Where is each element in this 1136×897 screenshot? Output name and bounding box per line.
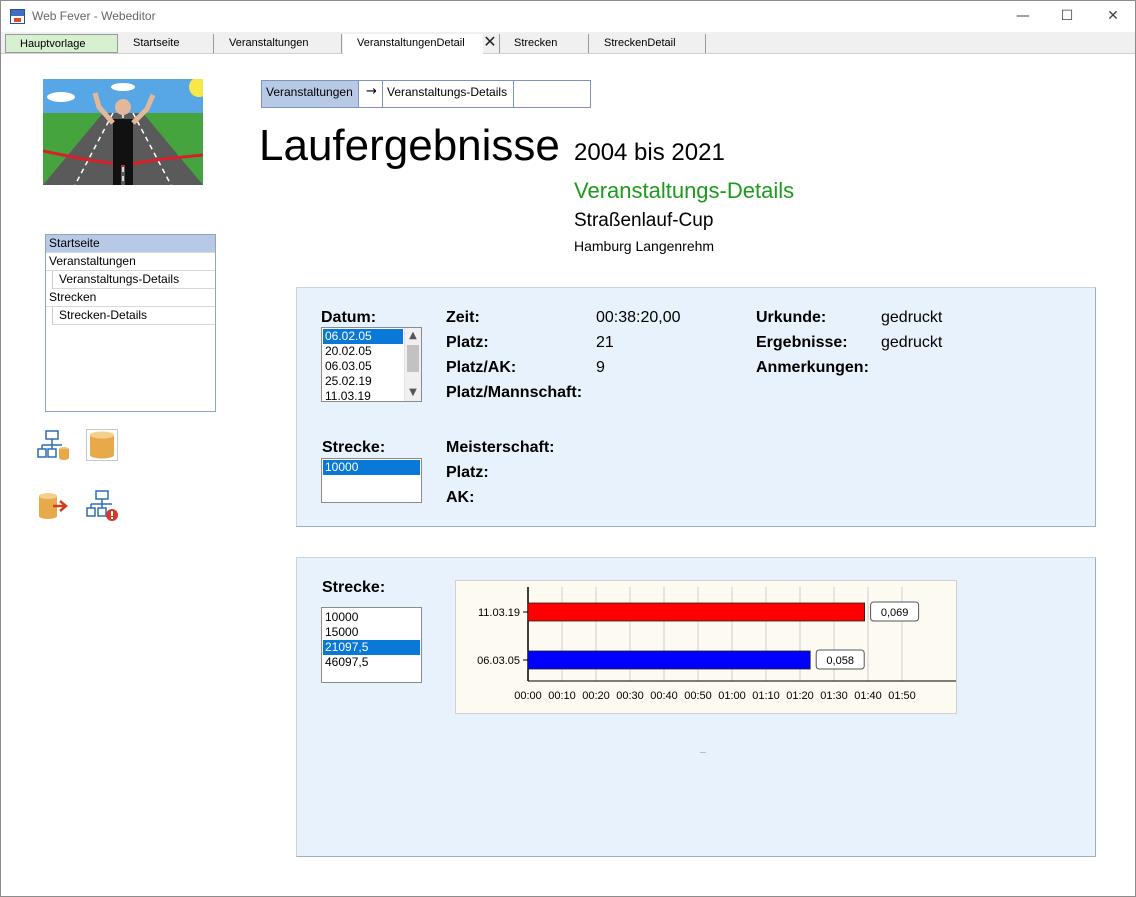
scroll-down-icon[interactable]: ▼	[405, 385, 421, 401]
strecke-label: Strecke:	[322, 439, 386, 456]
chart-category-label: 11.03.19	[478, 607, 520, 619]
chart-x-tick-label: 01:00	[718, 690, 746, 702]
tab-veranstaltungen[interactable]: Veranstaltungen	[215, 34, 342, 53]
chart-strecke-listbox[interactable]: 10000 15000 21097,5 46097,5	[321, 607, 422, 683]
nav-item-strecken-details[interactable]: Strecken-Details	[52, 307, 215, 325]
sitemap-database-icon[interactable]	[37, 429, 69, 461]
chart-strecke-item[interactable]: 21097,5	[323, 640, 420, 655]
tab-close-icon[interactable]: ✕	[482, 34, 498, 50]
nav-item-strecken[interactable]: Strecken	[46, 289, 215, 307]
breadcrumb-veranstaltungs-details[interactable]: Veranstaltungs-Details	[382, 81, 514, 107]
chart-x-tick-label: 01:10	[752, 690, 780, 702]
result-chart: 00:00 00:10 00:20 00:30 00:40 00:50 01:00 01:10…	[455, 580, 957, 714]
chart-x-tick-label: 00:00	[514, 690, 542, 702]
window-title: Web Fever - Webeditor	[32, 9, 156, 23]
app-window: Web Fever - Webeditor — ☐ ✕ Hauptvorlage…	[0, 0, 1136, 897]
chart-x-tick-label: 00:10	[548, 690, 576, 702]
database-export-icon[interactable]	[37, 489, 69, 521]
sitemap-alert-icon[interactable]	[86, 489, 118, 521]
meisterschaft-platz-label: Platz:	[446, 464, 489, 481]
event-location: Hamburg Langenrehm	[574, 238, 715, 254]
scroll-thumb[interactable]	[407, 345, 419, 372]
chart-x-tick-label: 01:30	[820, 690, 848, 702]
divider	[700, 752, 706, 753]
datum-item[interactable]: 25.02.19	[323, 374, 403, 389]
platz-mannschaft-label: Platz/Mannschaft:	[446, 384, 583, 401]
tab-startseite[interactable]: Startseite	[119, 34, 214, 53]
tab-bar: Hauptvorlage Startseite Veranstaltungen …	[1, 32, 1135, 54]
tab-veranstaltungendetail[interactable]: VeranstaltungenDetail	[343, 34, 483, 54]
app-icon	[10, 9, 25, 24]
chart-panel: Strecke: 10000 15000 21097,5 46097,5 00:…	[296, 557, 1096, 857]
breadcrumb: Veranstaltungen → Veranstaltungs-Details	[261, 80, 591, 108]
chart-value-label: 0,069	[881, 607, 909, 619]
zeit-value: 00:38:20,00	[596, 309, 681, 326]
scroll-up-icon[interactable]: ▲	[405, 328, 421, 344]
datum-item[interactable]: 20.02.05	[323, 344, 403, 359]
datum-label: Datum:	[321, 309, 377, 326]
nav-item-veranstaltungen[interactable]: Veranstaltungen	[46, 253, 215, 271]
chart-x-tick-label: 00:30	[616, 690, 644, 702]
chart-x-tick-label: 00:20	[582, 690, 610, 702]
urkunde-label: Urkunde:	[756, 309, 827, 326]
chart-x-tick-label: 01:50	[888, 690, 916, 702]
page-title: Laufergebnisse	[259, 121, 560, 170]
chart-value-label: 0,058	[826, 655, 854, 667]
platz-label: Platz:	[446, 334, 489, 351]
chart-strecke-item[interactable]: 46097,5	[323, 655, 420, 670]
ak-label: AK:	[446, 489, 475, 506]
year-range: 2004 bis 2021	[574, 139, 725, 166]
tab-strecken[interactable]: Strecken	[499, 34, 589, 53]
result-chart-svg: 00:00 00:10 00:20 00:30 00:40 00:50 01:00 01:10…	[477, 587, 956, 702]
chart-x-tick-label: 01:20	[786, 690, 814, 702]
tab-hauptvorlage[interactable]: Hauptvorlage	[5, 34, 118, 53]
tab-streckendetail[interactable]: StreckenDetail	[590, 34, 706, 53]
chart-strecke-item[interactable]: 10000	[323, 610, 420, 625]
breadcrumb-veranstaltungen[interactable]: Veranstaltungen	[262, 81, 359, 107]
maximize-button[interactable]: ☐	[1045, 5, 1089, 27]
datum-item[interactable]: 06.02.05	[323, 329, 403, 344]
anmerkungen-label: Anmerkungen:	[756, 359, 869, 376]
datum-item[interactable]: 06.03.05	[323, 359, 403, 374]
event-name: Straßenlauf-Cup	[574, 210, 714, 231]
nav-item-veranstaltungs-details[interactable]: Veranstaltungs-Details	[52, 271, 215, 289]
section-title: Veranstaltungs-Details	[574, 178, 795, 203]
chart-category-label: 06.03.05	[477, 655, 520, 667]
chart-bar	[527, 602, 866, 622]
database-icon[interactable]	[86, 429, 118, 461]
breadcrumb-arrow-icon: →	[366, 84, 377, 99]
chart-x-tick-label: 01:40	[854, 690, 882, 702]
platz-value: 21	[596, 334, 614, 351]
meisterschaft-label: Meisterschaft:	[446, 439, 555, 456]
urkunde-value: gedruckt	[881, 309, 943, 326]
datum-item[interactable]: 11.03.19	[323, 389, 403, 401]
zeit-label: Zeit:	[446, 309, 480, 326]
datum-scrollbar[interactable]: ▲ ▼	[404, 328, 421, 401]
platz-ak-label: Platz/AK:	[446, 359, 517, 376]
close-button[interactable]: ✕	[1091, 5, 1135, 27]
strecke-listbox[interactable]: 10000	[321, 458, 422, 503]
chart-bar	[527, 650, 811, 670]
chart-x-tick-label: 00:50	[684, 690, 712, 702]
ergebnisse-value: gedruckt	[881, 334, 943, 351]
chart-x-tick-label: 00:40	[650, 690, 678, 702]
runner-logo	[43, 79, 203, 185]
datum-listbox[interactable]: 06.02.05 20.02.05 06.03.05 25.02.19 11.0…	[321, 327, 422, 402]
chart-strecke-item[interactable]: 15000	[323, 625, 420, 640]
ergebnisse-label: Ergebnisse:	[756, 334, 848, 351]
nav-item-startseite[interactable]: Startseite	[46, 235, 215, 253]
details-panel: Datum: 06.02.05 20.02.05 06.03.05 25.02.…	[296, 287, 1096, 527]
chart-strecke-label: Strecke:	[322, 579, 386, 596]
nav-tree: Startseite Veranstaltungen Veranstaltung…	[45, 234, 216, 412]
strecke-item[interactable]: 10000	[323, 460, 420, 475]
title-bar: Web Fever - Webeditor — ☐ ✕	[1, 1, 1135, 32]
minimize-button[interactable]: —	[1001, 5, 1045, 27]
platz-ak-value: 9	[596, 359, 605, 376]
